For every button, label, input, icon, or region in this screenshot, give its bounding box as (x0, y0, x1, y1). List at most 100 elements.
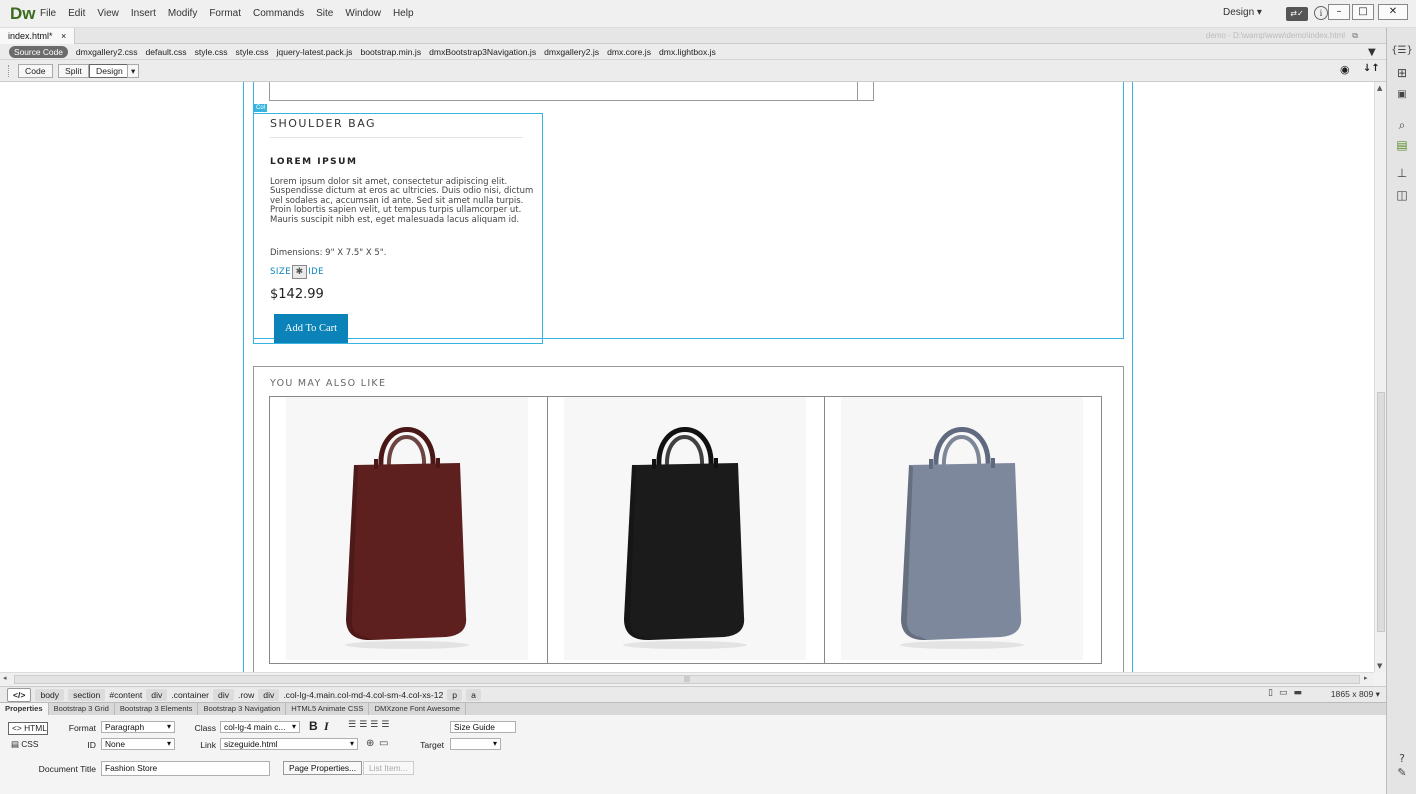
info-icon[interactable]: i (1314, 6, 1328, 20)
menu-file[interactable]: File (40, 8, 56, 19)
assets-icon[interactable]: ▣ (1391, 86, 1413, 104)
browse-folder-icon[interactable]: ▭ (379, 738, 388, 749)
screen-size-select[interactable]: 1865 x 809 ▾ (1331, 689, 1380, 700)
maximize-button[interactable]: □ (1352, 4, 1374, 20)
sort-icon[interactable]: ↓↑ (1363, 63, 1380, 74)
view-options-dropdown-icon[interactable]: ▾ (127, 64, 140, 78)
insert-panel-icon[interactable]: ⊞ (1391, 64, 1413, 82)
menu-edit[interactable]: Edit (68, 8, 85, 19)
tab-bootstrap-grid[interactable]: Bootstrap 3 Grid (49, 703, 115, 715)
source-code-button[interactable]: Source Code (9, 45, 68, 58)
related-file[interactable]: style.css (236, 47, 269, 57)
scroll-up-icon[interactable]: ▲ (1377, 84, 1382, 92)
live-view-globe-icon[interactable]: ◉ (1340, 63, 1350, 76)
bold-button[interactable]: B (309, 719, 318, 733)
filter-icon[interactable]: ▼ (1368, 47, 1376, 58)
related-product-card[interactable] (547, 397, 824, 664)
add-to-cart-button[interactable]: Add To Cart (274, 314, 348, 343)
size-guide-link[interactable]: SIZE ✱ IDE (270, 265, 324, 279)
page-properties-button[interactable]: Page Properties... (283, 761, 363, 775)
close-window-button[interactable]: ✕ (1378, 4, 1408, 20)
related-file[interactable]: dmxgallery2.css (76, 47, 138, 57)
design-view-canvas[interactable]: Col SHOULDER BAG LOREM IPSUM Lorem ipsum… (0, 82, 1374, 672)
tag-item[interactable]: .row (238, 690, 254, 700)
product-column[interactable] (253, 113, 543, 344)
menu-help[interactable]: Help (393, 8, 414, 19)
tab-bootstrap-navigation[interactable]: Bootstrap 3 Navigation (198, 703, 287, 715)
code-view-button[interactable]: Code (18, 64, 53, 78)
tab-dmxzone-font-awesome[interactable]: DMXzone Font Awesome (369, 703, 467, 715)
css-mode-button[interactable]: ▤ CSS (8, 739, 48, 752)
tag-item[interactable]: a (466, 688, 481, 701)
related-file[interactable]: dmxgallery2.js (544, 47, 599, 57)
product-image[interactable] (564, 397, 806, 660)
tag-item[interactable]: .col-lg-4.main.col-md-4.col-sm-4.col-xs-… (283, 690, 443, 700)
tag-item[interactable]: div (213, 688, 235, 701)
related-product-card[interactable] (270, 397, 547, 664)
behaviors-icon[interactable]: ◫ (1391, 186, 1413, 204)
vertical-scrollbar[interactable]: ▲ ▼ (1374, 82, 1386, 672)
scroll-left-icon[interactable]: ◂ (3, 674, 7, 682)
id-select[interactable]: None (101, 738, 175, 750)
dom-icon[interactable]: ⊥ (1391, 164, 1413, 182)
related-file[interactable]: dmx.lightbox.js (659, 47, 716, 57)
design-view-button[interactable]: Design (89, 64, 130, 78)
related-file[interactable]: dmx.core.js (607, 47, 651, 57)
menu-view[interactable]: View (97, 8, 119, 19)
list-item-button[interactable]: List Item... (363, 761, 414, 775)
col-badge[interactable]: Col (254, 104, 268, 112)
menu-commands[interactable]: Commands (253, 8, 304, 19)
product-image[interactable] (841, 397, 1083, 660)
html-mode-button[interactable]: <> HTML (8, 722, 48, 735)
tab-bootstrap-elements[interactable]: Bootstrap 3 Elements (115, 703, 199, 715)
class-select[interactable]: col-lg-4 main c... (220, 721, 300, 733)
tag-item[interactable]: #content (109, 690, 142, 700)
vertical-scroll-thumb[interactable] (1377, 392, 1385, 632)
tag-item[interactable]: p (447, 688, 463, 701)
files-icon[interactable]: ▤ (1391, 136, 1413, 154)
point-to-file-icon[interactable]: ⊕ (366, 738, 374, 749)
menu-insert[interactable]: Insert (131, 8, 156, 19)
menu-window[interactable]: Window (345, 8, 381, 19)
related-file[interactable]: style.css (195, 47, 228, 57)
related-file[interactable]: default.css (146, 47, 187, 57)
related-file[interactable]: dmxBootstrap3Navigation.js (429, 47, 536, 57)
target-select[interactable] (450, 738, 501, 750)
sync-settings-icon[interactable]: ⇄✓ (1286, 7, 1308, 21)
document-tab[interactable]: index.html* × (0, 28, 76, 44)
menu-modify[interactable]: Modify (168, 8, 197, 19)
scroll-down-icon[interactable]: ▼ (1377, 662, 1382, 670)
css-designer-icon[interactable]: {☰} (1391, 42, 1413, 60)
related-file[interactable]: bootstrap.min.js (360, 47, 421, 57)
tag-item[interactable]: section (68, 688, 106, 701)
title-field[interactable]: Size Guide (450, 721, 516, 733)
horizontal-scroll-thumb[interactable]: ||| (14, 675, 1360, 684)
horizontal-scrollbar[interactable]: ◂ ||| ▸ (0, 672, 1374, 686)
format-select[interactable]: Paragraph (101, 721, 175, 733)
related-file[interactable]: jquery-latest.pack.js (277, 47, 353, 57)
related-product-card[interactable] (824, 397, 1101, 664)
close-tab-icon[interactable]: × (61, 31, 66, 41)
edit-rule-icon[interactable]: ✎ (1391, 764, 1413, 782)
document-title-field[interactable]: Fashion Store (101, 761, 270, 776)
tab-html5-animate-css[interactable]: HTML5 Animate CSS (286, 703, 370, 715)
menu-format[interactable]: Format (209, 8, 241, 19)
minimize-button[interactable]: – (1328, 4, 1350, 20)
tag-item[interactable]: body (35, 688, 65, 701)
workspace-switcher[interactable]: Design ▾ (1223, 7, 1262, 18)
snippets-icon[interactable]: ⌕ (1391, 116, 1413, 134)
scroll-right-icon[interactable]: ▸ (1364, 674, 1368, 682)
code-navigator-button[interactable]: </> (7, 687, 32, 702)
tag-item[interactable]: div (258, 688, 280, 701)
tag-item[interactable]: div (146, 688, 168, 701)
product-image[interactable] (286, 397, 528, 660)
tab-properties[interactable]: Properties (0, 703, 49, 715)
menu-site[interactable]: Site (316, 8, 333, 19)
italic-button[interactable]: I (324, 719, 329, 734)
restore-doc-icon[interactable]: ⧉ (1352, 31, 1358, 40)
link-field[interactable]: sizeguide.html (220, 738, 358, 750)
tag-item[interactable]: .container (171, 690, 209, 700)
device-size-icons[interactable]: ▯▭▬ (1268, 688, 1308, 698)
list-indent-icons[interactable]: ☰☰☰☰ (348, 720, 392, 730)
split-view-button[interactable]: Split (58, 64, 89, 78)
